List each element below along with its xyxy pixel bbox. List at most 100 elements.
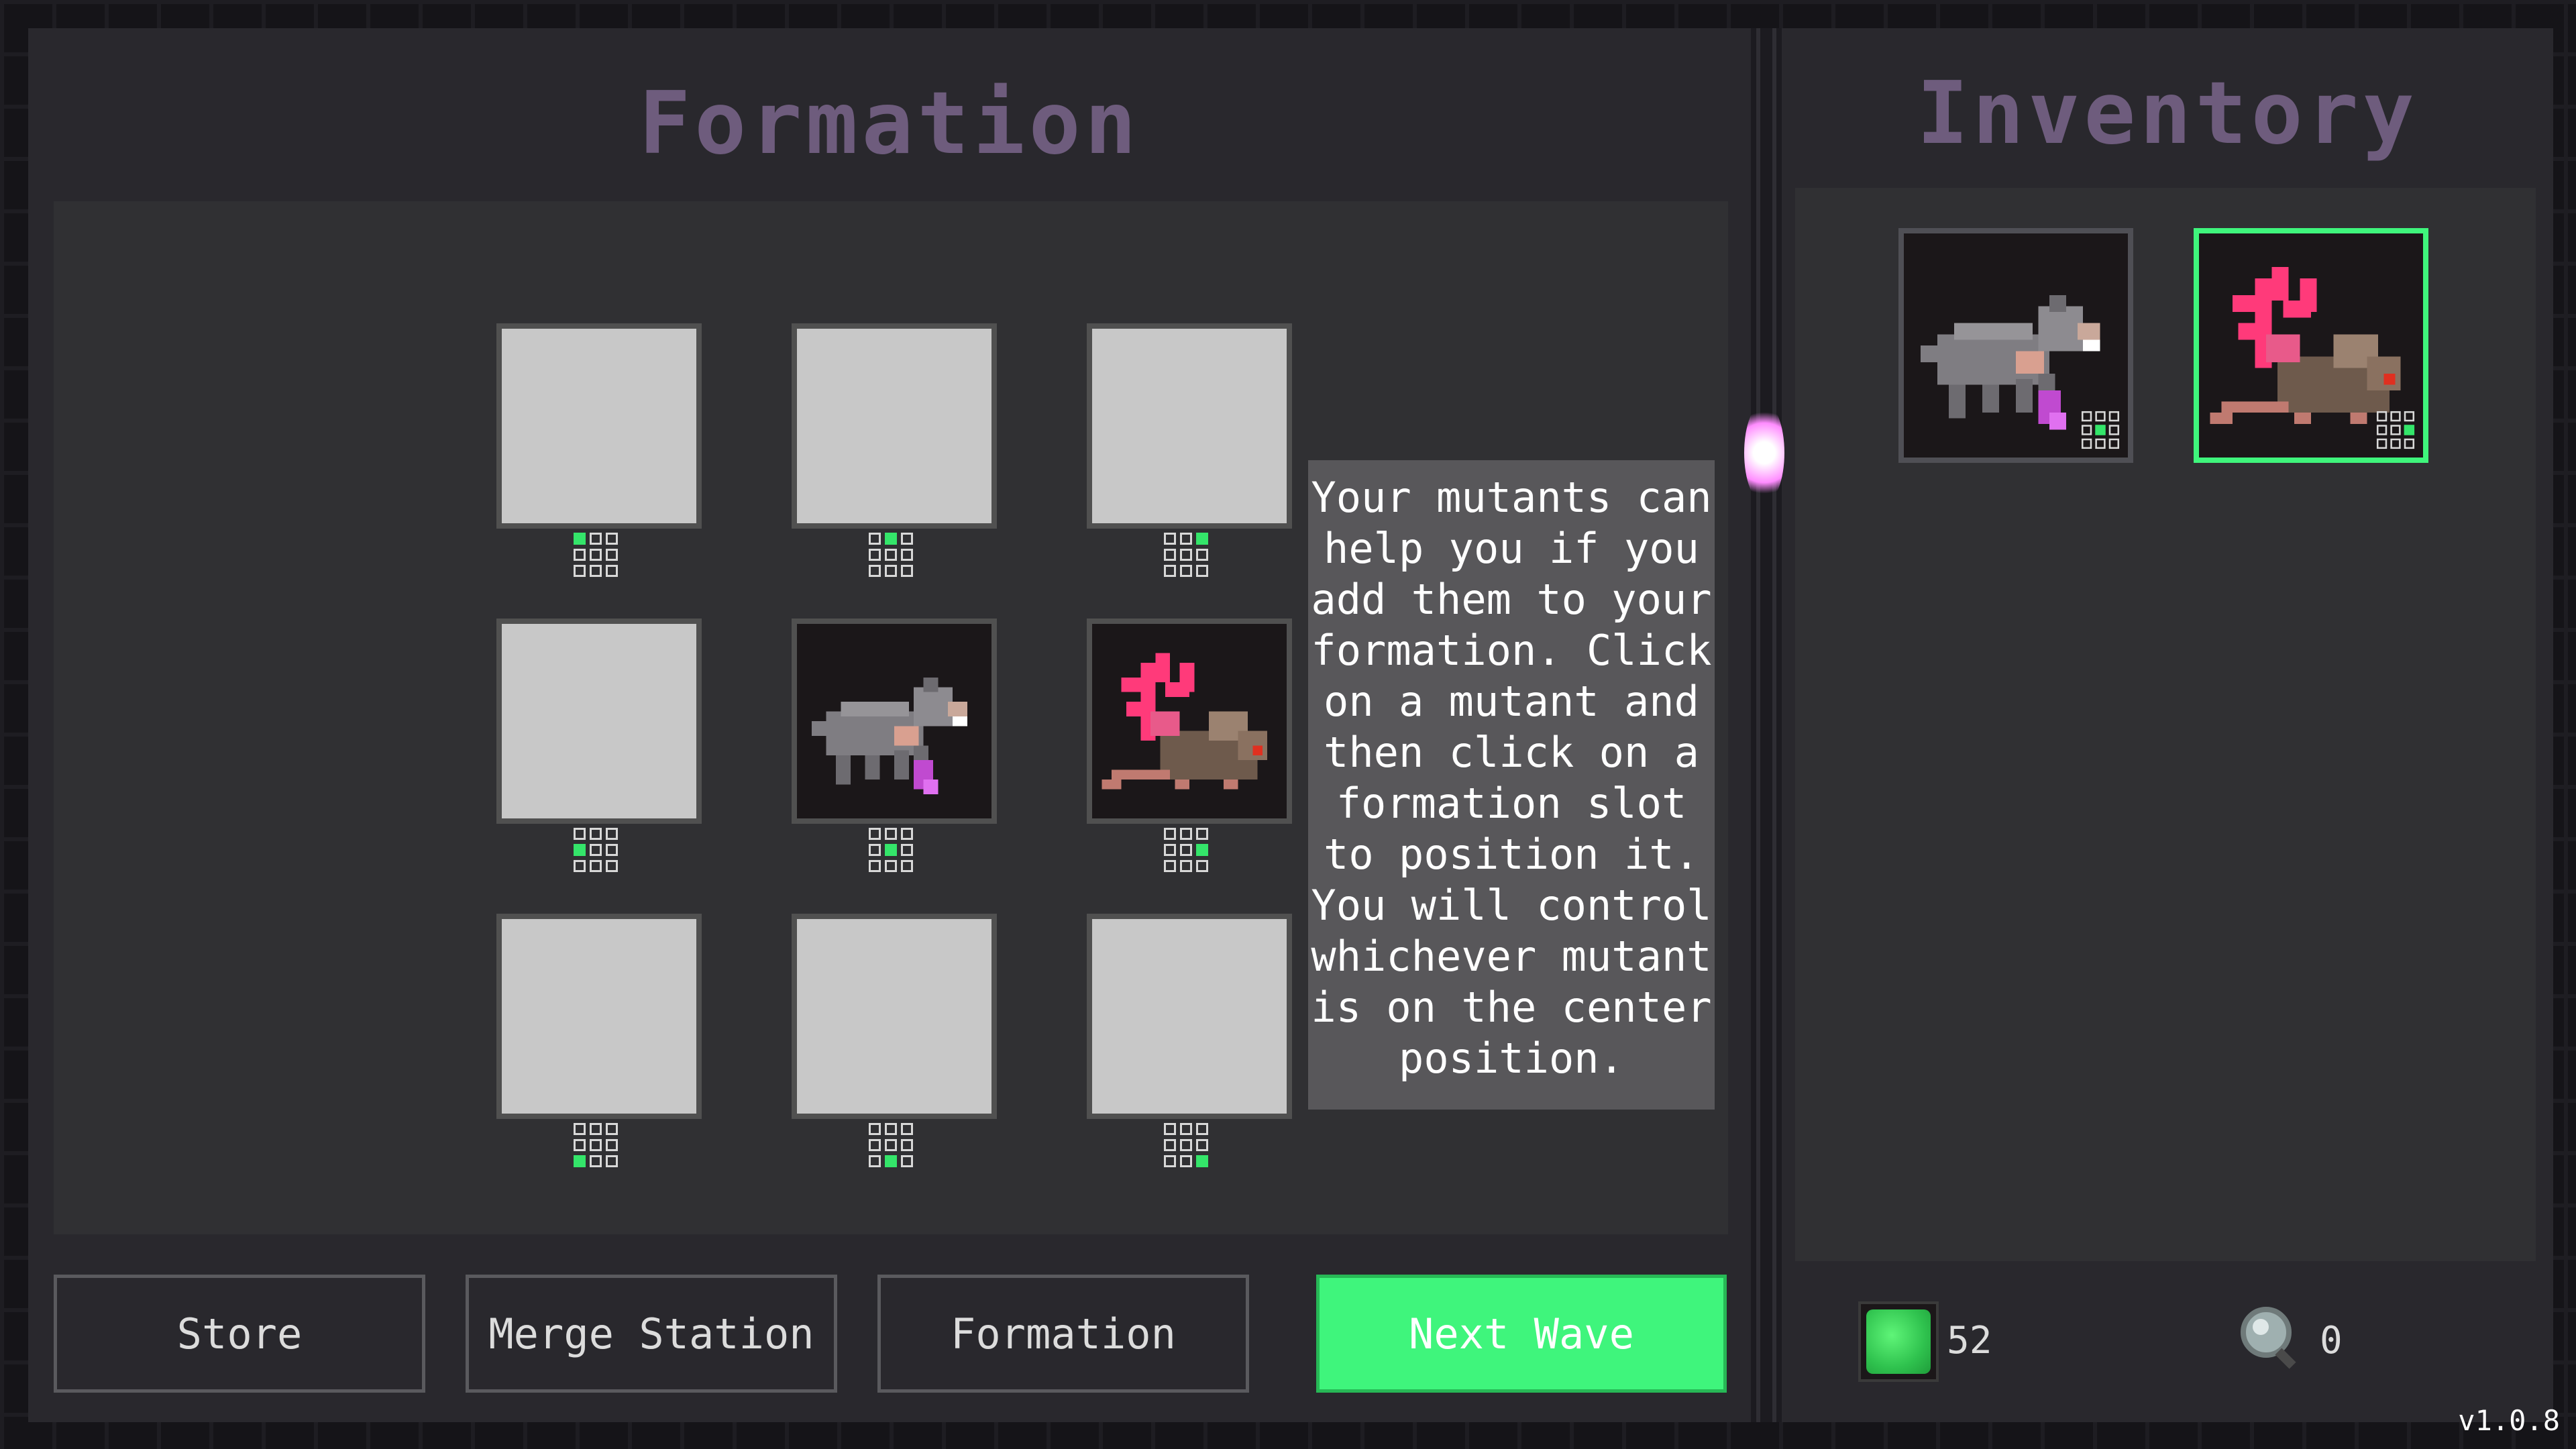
position-pip <box>2404 411 2415 422</box>
position-indicator-icon <box>574 828 618 872</box>
formation-button[interactable]: Formation <box>877 1275 1249 1393</box>
position-pip <box>606 828 618 840</box>
position-pip <box>901 549 913 561</box>
position-pip <box>869 1155 881 1167</box>
position-pip <box>885 1139 897 1151</box>
position-pip <box>574 1123 586 1135</box>
position-pip <box>885 1155 897 1167</box>
position-pip <box>574 1155 586 1167</box>
position-pip <box>869 844 881 856</box>
formation-help-text: Your mutants can help you if you add the… <box>1308 460 1715 1110</box>
portal-glow <box>1744 402 1784 503</box>
position-pip <box>1196 565 1208 577</box>
position-indicator-icon <box>2376 411 2415 449</box>
position-pip <box>885 565 897 577</box>
position-pip <box>1196 860 1208 872</box>
position-pip <box>869 533 881 545</box>
position-pip <box>2390 425 2401 435</box>
position-pip <box>1196 844 1208 856</box>
inventory-item-wolf-mutant[interactable] <box>1898 228 2133 463</box>
panel-divider <box>1751 28 1782 1422</box>
position-pip <box>1164 860 1176 872</box>
position-indicator-icon <box>869 828 913 872</box>
position-pip <box>2108 425 2120 435</box>
position-pip <box>2404 425 2415 435</box>
formation-slot-top-left[interactable] <box>496 323 702 529</box>
position-pip <box>2081 411 2092 422</box>
position-pip <box>901 533 913 545</box>
position-pip <box>1196 1123 1208 1135</box>
position-pip <box>1164 1155 1176 1167</box>
position-pip <box>885 549 897 561</box>
inventory-item-coral-rat-mutant[interactable] <box>2194 228 2428 463</box>
position-pip <box>885 533 897 545</box>
position-pip <box>574 860 586 872</box>
position-pip <box>885 1123 897 1135</box>
position-pip <box>606 565 618 577</box>
position-pip <box>606 533 618 545</box>
position-pip <box>574 565 586 577</box>
position-pip <box>1164 1123 1176 1135</box>
inventory-title: Inventory <box>1917 64 2418 164</box>
position-pip <box>606 1139 618 1151</box>
position-pip <box>606 549 618 561</box>
position-pip <box>2081 438 2092 449</box>
wolf-mutant-icon <box>797 624 991 818</box>
position-pip <box>574 1139 586 1151</box>
position-pip <box>885 844 897 856</box>
next-wave-button[interactable]: Next Wave <box>1316 1275 1727 1393</box>
position-pip <box>2376 438 2387 449</box>
formation-slot-bottom-center[interactable] <box>792 914 997 1119</box>
merge-station-button[interactable]: Merge Station <box>466 1275 837 1393</box>
position-pip <box>885 860 897 872</box>
position-pip <box>901 1123 913 1135</box>
position-pip <box>606 844 618 856</box>
position-pip <box>590 549 602 561</box>
position-pip <box>2376 411 2387 422</box>
position-pip <box>2108 438 2120 449</box>
position-indicator-icon <box>574 1123 618 1167</box>
position-pip <box>606 1155 618 1167</box>
position-pip <box>869 1139 881 1151</box>
formation-slot-bottom-left[interactable] <box>496 914 702 1119</box>
formation-slot-bottom-right[interactable] <box>1087 914 1292 1119</box>
position-pip <box>901 860 913 872</box>
formation-slot-middle-left[interactable] <box>496 619 702 824</box>
formation-slot-center[interactable] <box>792 619 997 824</box>
position-pip <box>1180 565 1192 577</box>
position-pip <box>1180 533 1192 545</box>
position-pip <box>590 828 602 840</box>
formation-slot-top-center[interactable] <box>792 323 997 529</box>
formation-slot-middle-right[interactable] <box>1087 619 1292 824</box>
position-pip <box>1164 565 1176 577</box>
formation-slot-top-right[interactable] <box>1087 323 1292 529</box>
position-pip <box>2390 411 2401 422</box>
coral-rat-mutant-icon <box>1092 624 1287 818</box>
position-pip <box>1180 860 1192 872</box>
position-pip <box>1196 533 1208 545</box>
position-pip <box>590 1123 602 1135</box>
position-pip <box>1164 828 1176 840</box>
position-pip <box>901 844 913 856</box>
formation-title: Formation <box>639 74 1140 174</box>
position-pip <box>1164 1139 1176 1151</box>
position-pip <box>2095 411 2106 422</box>
gem-count: 52 <box>1947 1319 1992 1362</box>
position-pip <box>869 549 881 561</box>
position-pip <box>869 828 881 840</box>
position-pip <box>590 1139 602 1151</box>
position-pip <box>2404 438 2415 449</box>
position-pip <box>590 1155 602 1167</box>
position-pip <box>606 860 618 872</box>
position-pip <box>590 844 602 856</box>
position-pip <box>901 828 913 840</box>
position-indicator-icon <box>869 1123 913 1167</box>
position-pip <box>2390 438 2401 449</box>
position-indicator-icon <box>1164 1123 1208 1167</box>
position-pip <box>574 533 586 545</box>
position-pip <box>1180 549 1192 561</box>
position-pip <box>1164 533 1176 545</box>
position-pip <box>2081 425 2092 435</box>
store-button[interactable]: Store <box>54 1275 425 1393</box>
position-pip <box>2108 411 2120 422</box>
